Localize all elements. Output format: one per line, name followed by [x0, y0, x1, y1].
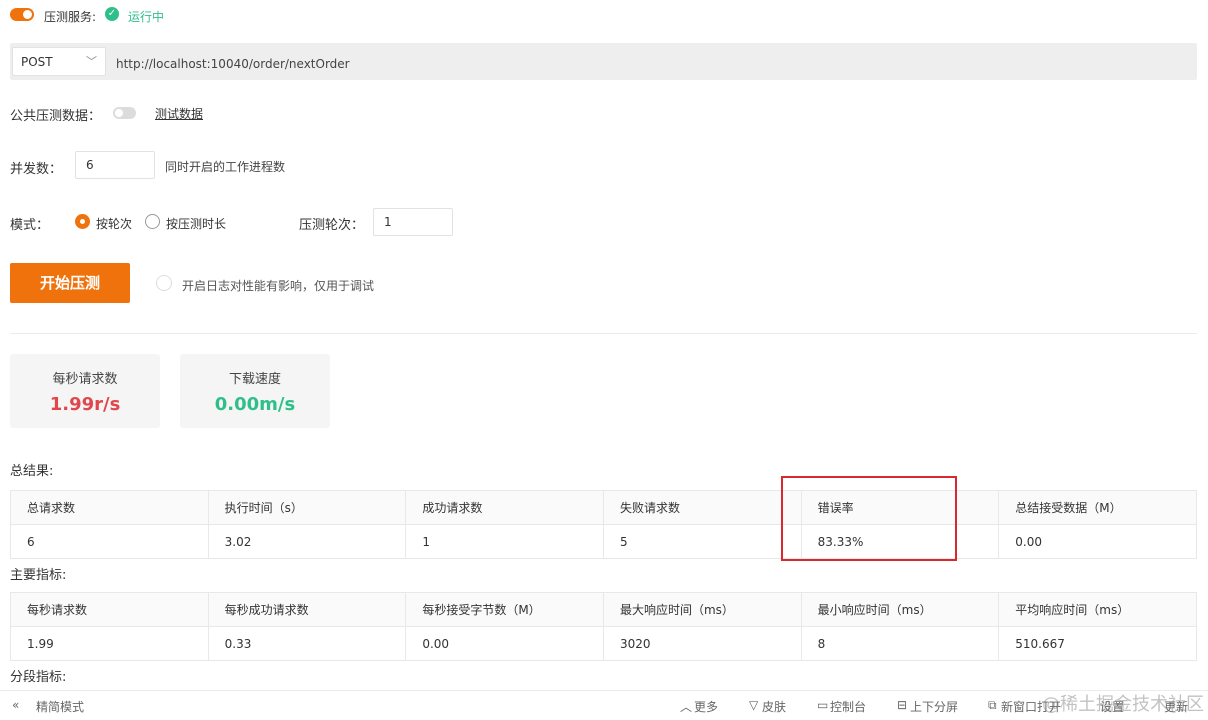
new-window-icon: ⧉: [988, 698, 997, 712]
segments-label: 分段指标:: [10, 670, 67, 685]
table-header-cell: 最小响应时间（ms）: [800, 592, 1000, 627]
download-title: 下载速度: [228, 372, 281, 387]
concurrency-hint: 同时开启的工作进程数: [165, 160, 286, 174]
start-test-button[interactable]: 开始压测: [10, 263, 130, 303]
service-label: 压测服务:: [44, 10, 97, 24]
table-cell: 8: [800, 626, 1000, 661]
table-cell: 3020: [602, 626, 802, 661]
table-cell: 0.00: [998, 524, 1197, 559]
console-icon: ▭: [817, 698, 829, 712]
table-header-row: 每秒请求数 每秒成功请求数 每秒接受字节数（M） 最大响应时间（ms） 最小响应…: [10, 592, 1197, 627]
skin-button[interactable]: 皮肤: [762, 698, 786, 715]
rps-title: 每秒请求数: [52, 372, 118, 387]
table-header-row: 总请求数 执行时间（s） 成功请求数 失败请求数 错误率 总结接受数据（M）: [10, 490, 1197, 525]
rps-card: 每秒请求数 1.99r/s: [10, 354, 160, 428]
metrics-label: 主要指标:: [10, 568, 67, 583]
mode-duration-label[interactable]: 按压测时长: [166, 215, 226, 232]
table-header-cell: 执行时间（s）: [207, 490, 407, 525]
table-cell: 6: [10, 524, 209, 559]
log-hint: 开启日志对性能有影响，仅用于调试: [182, 279, 375, 293]
service-status: 运行中: [128, 10, 165, 24]
table-row: 6 3.02 1 5 83.33% 0.00: [10, 524, 1197, 559]
test-data-link[interactable]: 测试数据: [155, 105, 203, 122]
table-header-cell: 每秒接受字节数（M）: [405, 592, 604, 627]
rounds-label: 压测轮次：: [299, 218, 365, 233]
check-icon: ✓: [105, 7, 119, 21]
split-button[interactable]: 上下分屏: [910, 698, 958, 715]
table-header-cell: 平均响应时间（ms）: [998, 592, 1197, 627]
collapse-icon[interactable]: «: [12, 698, 19, 712]
summary-table: 总请求数 执行时间（s） 成功请求数 失败请求数 错误率 总结接受数据（M） 6…: [10, 490, 1197, 559]
mode-rounds-label[interactable]: 按轮次: [96, 215, 132, 232]
table-row: 1.99 0.33 0.00 3020 8 510.667: [10, 626, 1197, 661]
table-cell: 510.667: [998, 626, 1197, 661]
chevron-down-icon: ﹀: [86, 55, 97, 68]
table-header-cell: 每秒成功请求数: [207, 592, 407, 627]
download-value: 0.00m/s: [214, 394, 296, 415]
console-button[interactable]: 控制台: [830, 698, 866, 715]
service-toggle[interactable]: [10, 8, 34, 21]
table-cell: 1: [405, 524, 604, 559]
error-rate-highlight: [781, 476, 957, 561]
mode-label: 模式：: [10, 218, 50, 233]
table-cell: 3.02: [207, 524, 407, 559]
more-button[interactable]: 更多: [694, 698, 718, 715]
table-header-cell: 每秒请求数: [10, 592, 209, 627]
mode-rounds-radio[interactable]: [75, 214, 90, 229]
table-header-cell: 失败请求数: [602, 490, 802, 525]
divider: [10, 333, 1197, 334]
concurrency-input[interactable]: 6: [75, 151, 155, 179]
split-icon: ⊟: [897, 698, 908, 712]
table-cell: 0.33: [207, 626, 407, 661]
watermark: @稀土掘金技术社区: [1042, 694, 1204, 715]
download-card: 下载速度 0.00m/s: [180, 354, 330, 428]
table-header-cell: 成功请求数: [405, 490, 604, 525]
mode-duration-radio[interactable]: [145, 214, 160, 229]
metrics-table: 每秒请求数 每秒成功请求数 每秒接受字节数（M） 最大响应时间（ms） 最小响应…: [10, 592, 1197, 661]
summary-label: 总结果:: [10, 464, 54, 479]
table-cell: 0.00: [405, 626, 604, 661]
table-cell: 1.99: [10, 626, 209, 661]
method-value: POST: [21, 55, 53, 69]
rounds-input[interactable]: 1: [373, 208, 453, 236]
table-header-cell: 总请求数: [10, 490, 209, 525]
simple-mode-button[interactable]: 精简模式: [36, 698, 84, 715]
log-toggle-radio[interactable]: [156, 275, 172, 291]
table-header-cell: 总结接受数据（M）: [998, 490, 1197, 525]
url-input[interactable]: http://localhost:10040/order/nextOrder: [116, 57, 350, 71]
skin-icon: ▽: [749, 698, 759, 712]
table-header-cell: 最大响应时间（ms）: [602, 592, 802, 627]
more-icon: ︿: [680, 700, 693, 714]
rps-value: 1.99r/s: [49, 394, 121, 415]
concurrency-label: 并发数：: [10, 162, 63, 177]
table-cell: 5: [602, 524, 802, 559]
public-data-label: 公共压测数据：: [10, 109, 102, 124]
public-data-toggle[interactable]: [113, 107, 136, 119]
